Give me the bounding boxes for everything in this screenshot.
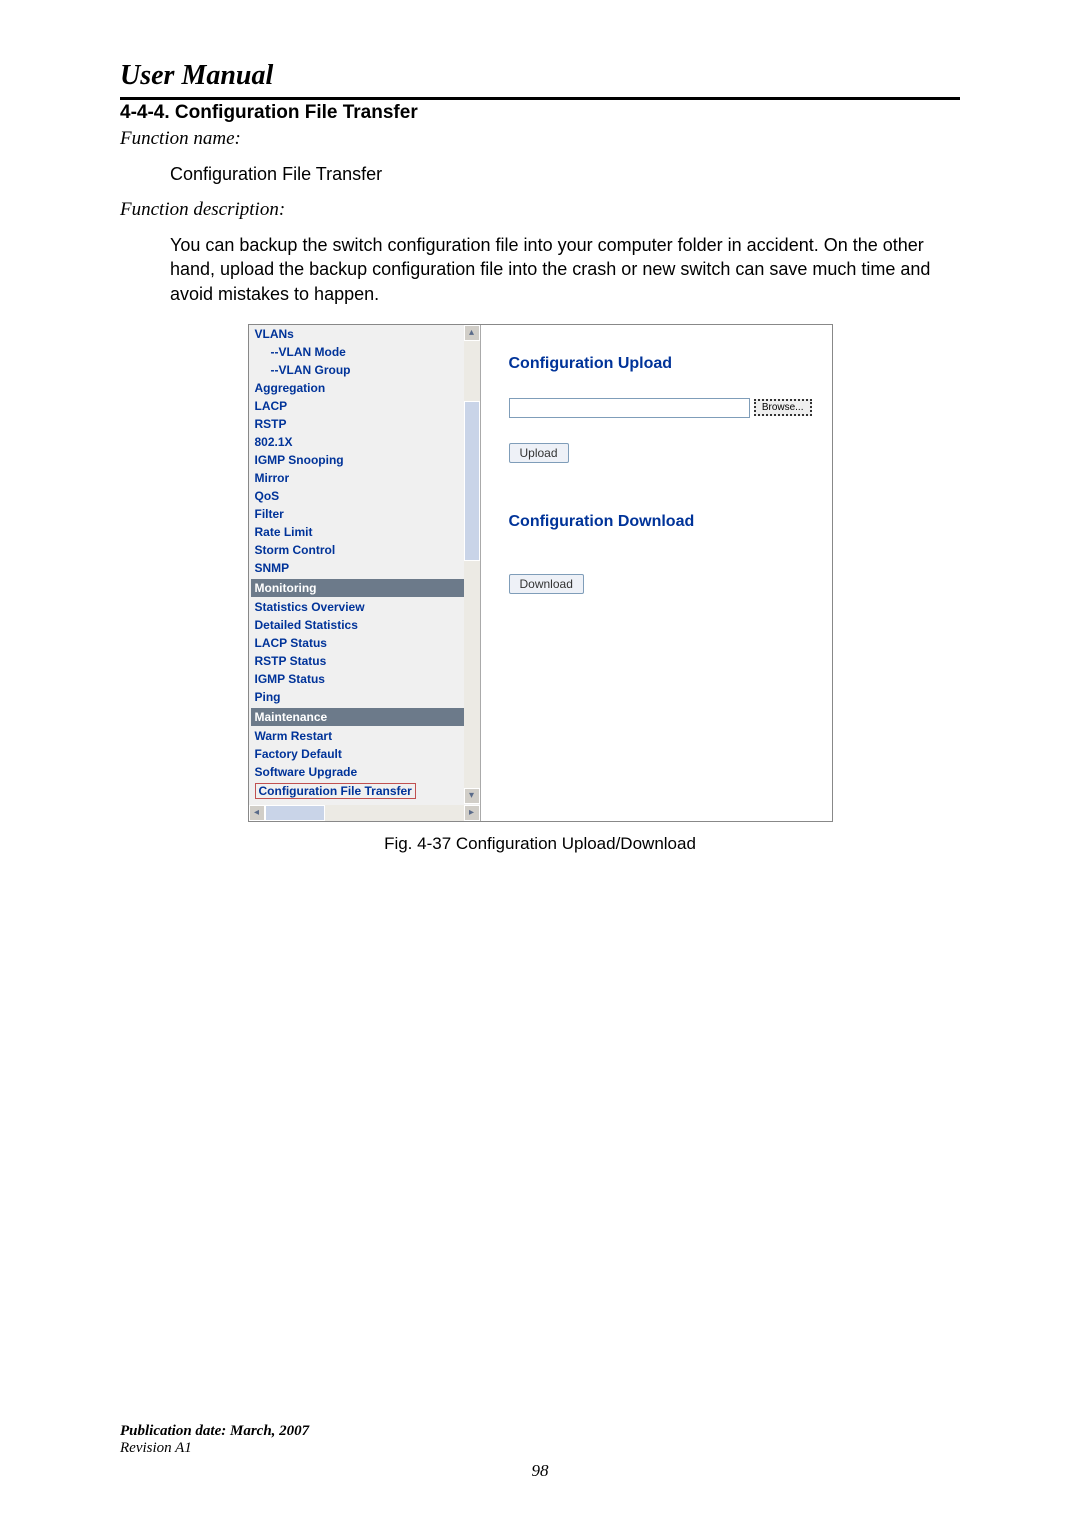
publication-date: Publication date: March, 2007 xyxy=(120,1423,960,1440)
function-description-label: Function description: xyxy=(120,199,960,221)
config-upload-title: Configuration Upload xyxy=(509,355,812,373)
nav-lacp[interactable]: LACP xyxy=(255,397,480,415)
nav-igmp-snooping[interactable]: IGMP Snooping xyxy=(255,451,480,469)
nav-mirror[interactable]: Mirror xyxy=(255,469,480,487)
nav-header-maintenance: Maintenance xyxy=(251,708,480,726)
nav-header-monitoring: Monitoring xyxy=(251,579,480,597)
nav-ping[interactable]: Ping xyxy=(255,688,480,706)
function-name: Configuration File Transfer xyxy=(170,164,960,185)
manual-header: User Manual xyxy=(120,60,960,100)
browse-button[interactable]: Browse... xyxy=(754,399,812,416)
nav-vlan-group[interactable]: --VLAN Group xyxy=(255,361,480,379)
nav-vlan-mode[interactable]: --VLAN Mode xyxy=(255,343,480,361)
scroll-thumb-vertical[interactable] xyxy=(464,401,480,561)
nav-stats-overview[interactable]: Statistics Overview xyxy=(255,598,480,616)
config-download-title: Configuration Download xyxy=(509,513,812,531)
download-button[interactable]: Download xyxy=(509,574,584,594)
nav-vlans[interactable]: VLANs xyxy=(255,325,480,343)
nav-rstp[interactable]: RSTP xyxy=(255,415,480,433)
upload-file-input[interactable] xyxy=(509,398,750,418)
scroll-left-icon[interactable]: ◂ xyxy=(249,805,265,821)
nav-aggregation[interactable]: Aggregation xyxy=(255,379,480,397)
scroll-up-icon[interactable]: ▴ xyxy=(464,325,480,341)
content-pane: Configuration Upload Browse... Upload Co… xyxy=(481,325,832,821)
page-number: 98 xyxy=(120,1461,960,1481)
figure-caption: Fig. 4-37 Configuration Upload/Download xyxy=(120,834,960,854)
nav-igmp-status[interactable]: IGMP Status xyxy=(255,670,480,688)
scroll-horizontal: ◂ ▸ xyxy=(249,805,480,821)
revision: Revision A1 xyxy=(120,1440,960,1457)
nav-storm-control[interactable]: Storm Control xyxy=(255,541,480,559)
scroll-thumb-horizontal[interactable] xyxy=(265,805,325,821)
nav-factory-default[interactable]: Factory Default xyxy=(255,745,480,763)
nav-filter[interactable]: Filter xyxy=(255,505,480,523)
nav-qos[interactable]: QoS xyxy=(255,487,480,505)
nav-detailed-stats[interactable]: Detailed Statistics xyxy=(255,616,480,634)
function-description: You can backup the switch configuration … xyxy=(170,233,960,306)
scroll-down-icon[interactable]: ▾ xyxy=(464,788,480,804)
function-name-label: Function name: xyxy=(120,128,960,150)
screenshot: VLANs--VLAN Mode--VLAN GroupAggregationL… xyxy=(248,324,833,822)
sidebar: VLANs--VLAN Mode--VLAN GroupAggregationL… xyxy=(249,325,481,821)
nav-software-upgrade[interactable]: Software Upgrade xyxy=(255,763,480,781)
nav-lacp-status[interactable]: LACP Status xyxy=(255,634,480,652)
nav-rate-limit[interactable]: Rate Limit xyxy=(255,523,480,541)
nav-snmp[interactable]: SNMP xyxy=(255,559,480,577)
nav-config-file-transfer[interactable]: Configuration File Transfer xyxy=(255,781,480,801)
nav-warm-restart[interactable]: Warm Restart xyxy=(255,727,480,745)
page-footer: Publication date: March, 2007 Revision A… xyxy=(120,1423,960,1481)
scroll-track-vertical[interactable] xyxy=(464,341,480,788)
upload-button[interactable]: Upload xyxy=(509,443,569,463)
nav-8021x[interactable]: 802.1X xyxy=(255,433,480,451)
section-heading: 4-4-4. Configuration File Transfer xyxy=(120,102,960,124)
scroll-right-icon[interactable]: ▸ xyxy=(464,805,480,821)
nav-rstp-status[interactable]: RSTP Status xyxy=(255,652,480,670)
